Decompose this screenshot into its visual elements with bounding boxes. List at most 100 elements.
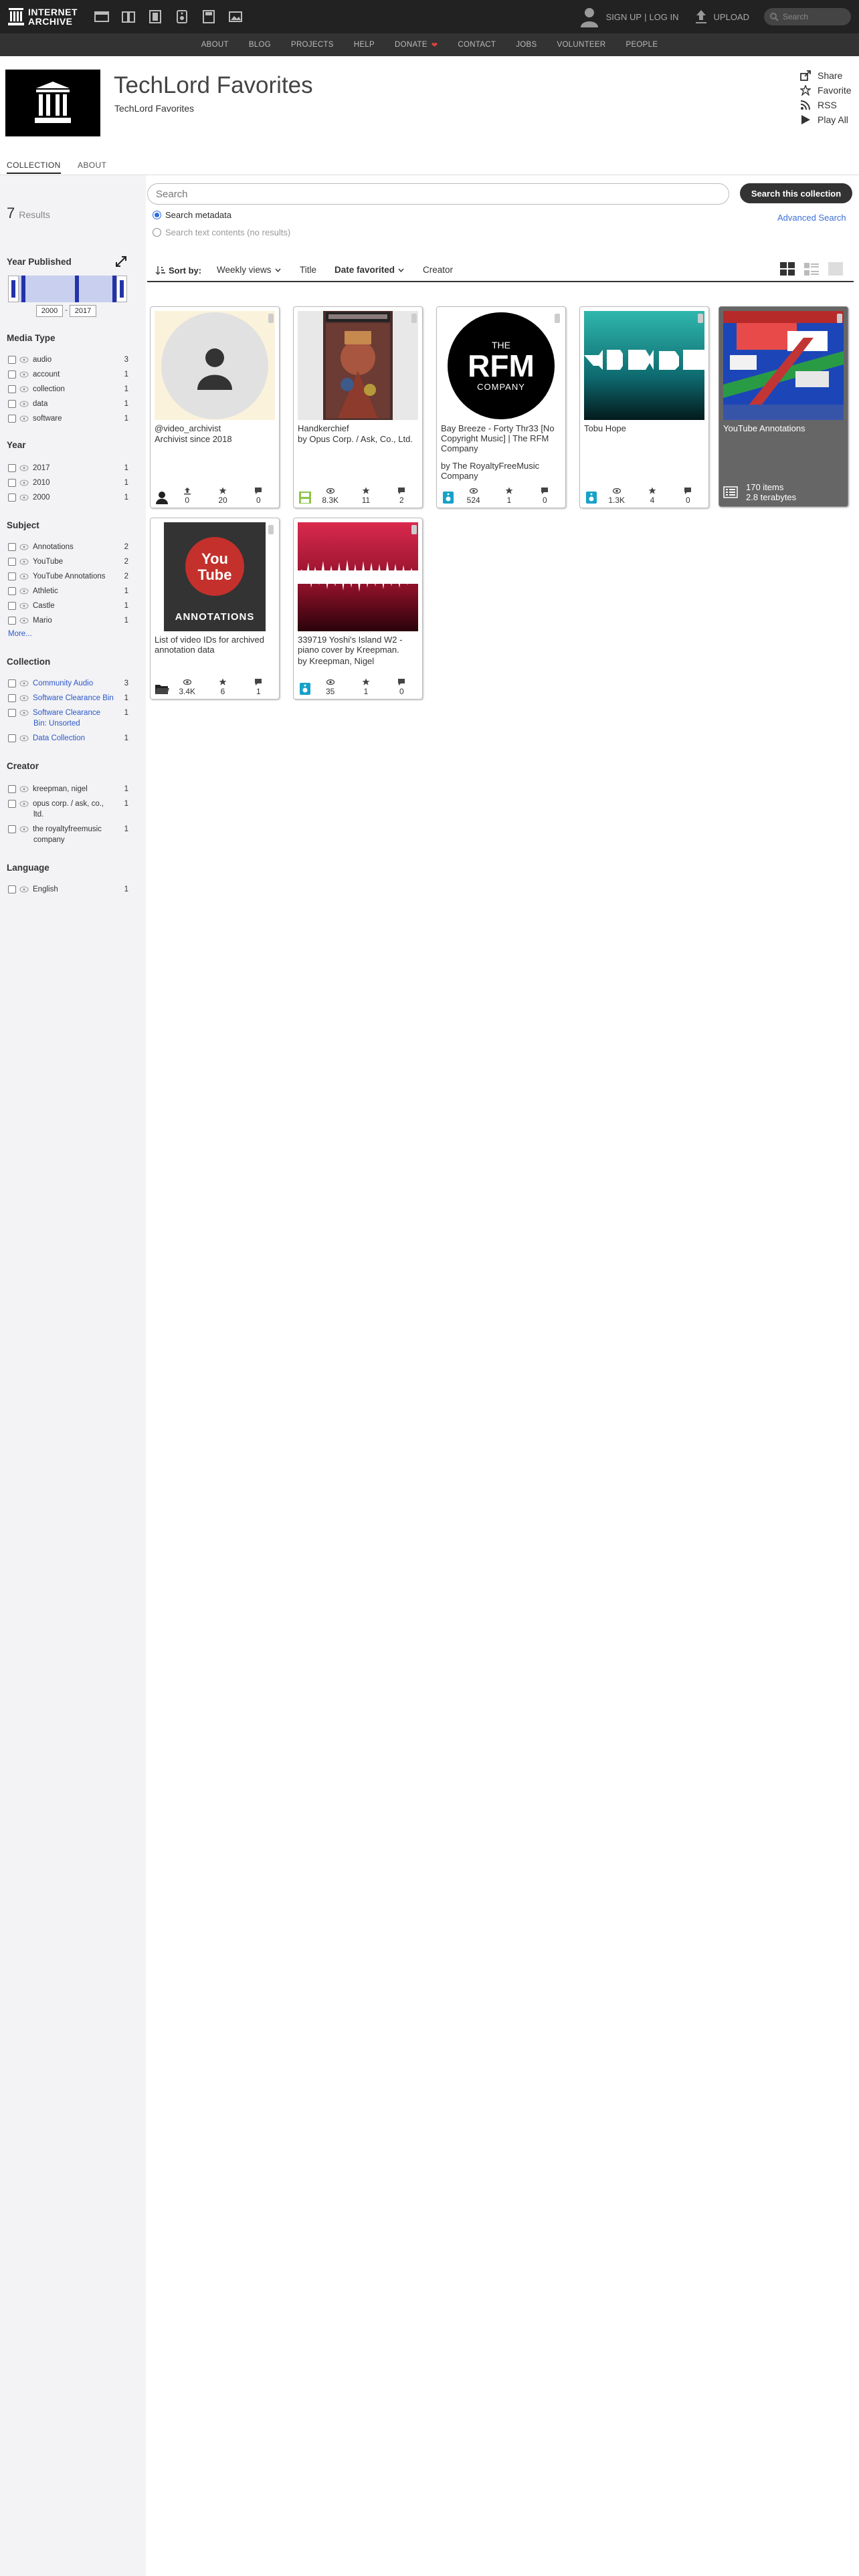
facet-subject-castle[interactable]: Castle 1 [8,599,128,613]
user-avatar-icon[interactable] [579,6,599,27]
eye-icon[interactable] [19,415,29,422]
eye-icon[interactable] [19,356,29,363]
tile-view-icon[interactable] [779,261,796,277]
subnav-projects[interactable]: PROJECTS [291,41,334,49]
facet-media-account[interactable]: account 1 [8,368,128,381]
facet-subject-mario[interactable]: Mario 1 [8,614,128,627]
eye-icon[interactable] [19,710,29,716]
search-metadata-option[interactable]: Search metadata [153,210,231,220]
subnav-help[interactable]: HELP [354,41,375,49]
tile-title[interactable]: Bay Breeze - Forty Thr33 [No Copyright M… [441,423,563,453]
subnav-donate[interactable]: DONATE ❤ [395,41,438,49]
tile-title[interactable]: @video_archivist [155,423,276,433]
facet-media-data[interactable]: data 1 [8,397,128,411]
signup-link[interactable]: SIGN UP [606,12,642,22]
facet-year-2000[interactable]: 2000 1 [8,491,128,504]
list-compact-view-icon[interactable] [827,261,844,277]
favorite-pin[interactable] [555,314,560,323]
eye-icon[interactable] [19,465,29,471]
facet-subject-athletic[interactable]: Athletic 1 [8,584,128,598]
subnav-blog[interactable]: BLOG [249,41,271,49]
facet-checkbox[interactable] [8,558,16,566]
top-search-input[interactable]: Search [764,8,851,25]
share-action[interactable]: Share [800,68,852,83]
facet-label[interactable]: Software Clearance Bin [33,694,119,702]
eye-icon[interactable] [19,494,29,501]
facet-checkbox[interactable] [8,602,16,610]
facet-checkbox[interactable] [8,543,16,551]
tab-about[interactable]: ABOUT [78,160,106,170]
facet-media-software[interactable]: software 1 [8,412,128,425]
result-tile-video-ids-list[interactable]: You Tube ANNOTATIONS List of video IDs f… [150,518,280,700]
rss-action[interactable]: RSS [800,98,852,112]
facet-checkbox[interactable] [8,415,16,423]
radio-unselected[interactable] [153,228,161,237]
facet-year-2010[interactable]: 2010 1 [8,476,128,490]
facet-checkbox[interactable] [8,734,16,742]
eye-icon[interactable] [19,603,29,609]
eye-icon[interactable] [19,886,29,893]
sort-weekly-views[interactable]: Weekly views [217,265,281,275]
eye-icon[interactable] [19,573,29,580]
facet-media-audio[interactable]: audio 3 [8,353,128,366]
login-link[interactable]: LOG IN [649,12,678,22]
result-tile-bay-breeze[interactable]: THE RFM COMPANY Bay Breeze - Forty Thr33… [436,306,566,508]
facet-collection-data-collection[interactable]: Data Collection 1 [8,732,128,745]
subnav-jobs[interactable]: JOBS [516,41,537,49]
facet-label[interactable]: Software Clearance [33,709,119,717]
facet-checkbox[interactable] [8,370,16,379]
collection-search-input[interactable]: Search [147,183,729,205]
favorite-pin[interactable] [268,525,274,534]
advanced-search-link[interactable]: Advanced Search [777,213,846,223]
eye-icon[interactable] [19,386,29,393]
facet-subject-youtube-annotations[interactable]: YouTube Annotations 2 [8,570,128,583]
histogram-min-handle[interactable] [8,276,19,302]
facet-checkbox[interactable] [8,385,16,393]
favorite-action[interactable]: Favorite [800,83,852,98]
subnav-volunteer[interactable]: VOLUNTEER [557,41,605,49]
year-max-input[interactable]: 2017 [70,305,96,317]
web-nav-button[interactable] [88,7,115,27]
eye-icon[interactable] [19,826,29,833]
facet-label[interactable]: Community Audio [33,679,119,687]
eye-icon[interactable] [19,786,29,792]
facet-collection-software-clearance-bin[interactable]: Software Clearance Bin 1 [8,691,128,705]
facet-checkbox[interactable] [8,825,16,833]
collection-tile-youtube-annotations[interactable]: YouTube Annotations 170 items 2.8 teraby… [719,306,848,507]
internet-archive-logo[interactable]: INTERNET ARCHIVE [8,7,78,26]
play-all-action[interactable]: Play All [800,112,852,127]
facet-subject-youtube[interactable]: YouTube 2 [8,555,128,568]
subnav-contact[interactable]: CONTACT [458,41,496,49]
eye-icon[interactable] [19,800,29,807]
facet-label[interactable]: Data Collection [33,734,119,742]
facet-year-2017[interactable]: 2017 1 [8,461,128,475]
more-subjects-link[interactable]: More... [8,630,32,638]
subnav-people[interactable]: PEOPLE [626,41,658,49]
facet-subject-annotations[interactable]: Annotations 2 [8,540,128,554]
result-tile-yoshis-island[interactable]: 339719 Yoshi's Island W2 - piano cover b… [293,518,423,700]
facet-checkbox[interactable] [8,572,16,580]
facet-checkbox[interactable] [8,785,16,793]
sort-date-favorited[interactable]: Date favorited [335,265,404,275]
tile-title[interactable]: Tobu Hope [584,423,706,433]
facet-checkbox[interactable] [8,885,16,893]
facet-checkbox[interactable] [8,800,16,808]
eye-icon[interactable] [19,371,29,378]
facet-checkbox[interactable] [8,356,16,364]
facet-language-english[interactable]: English 1 [8,883,128,896]
search-collection-button[interactable]: Search this collection [740,183,852,203]
eye-icon[interactable] [19,735,29,742]
favorite-pin[interactable] [411,525,417,534]
search-text-option[interactable]: Search text contents (no results) [153,227,290,237]
video-nav-button[interactable] [142,7,169,27]
result-tile-video-archivist[interactable]: @video_archivist Archivist since 2018 0 … [150,306,280,508]
eye-icon[interactable] [19,401,29,407]
eye-icon[interactable] [19,479,29,486]
audio-nav-button[interactable] [169,7,195,27]
year-histogram[interactable] [8,276,127,302]
eye-icon[interactable] [19,617,29,624]
expand-icon[interactable] [115,255,127,267]
facet-checkbox[interactable] [8,464,16,472]
favorite-pin[interactable] [698,314,703,323]
facet-checkbox[interactable] [8,679,16,687]
